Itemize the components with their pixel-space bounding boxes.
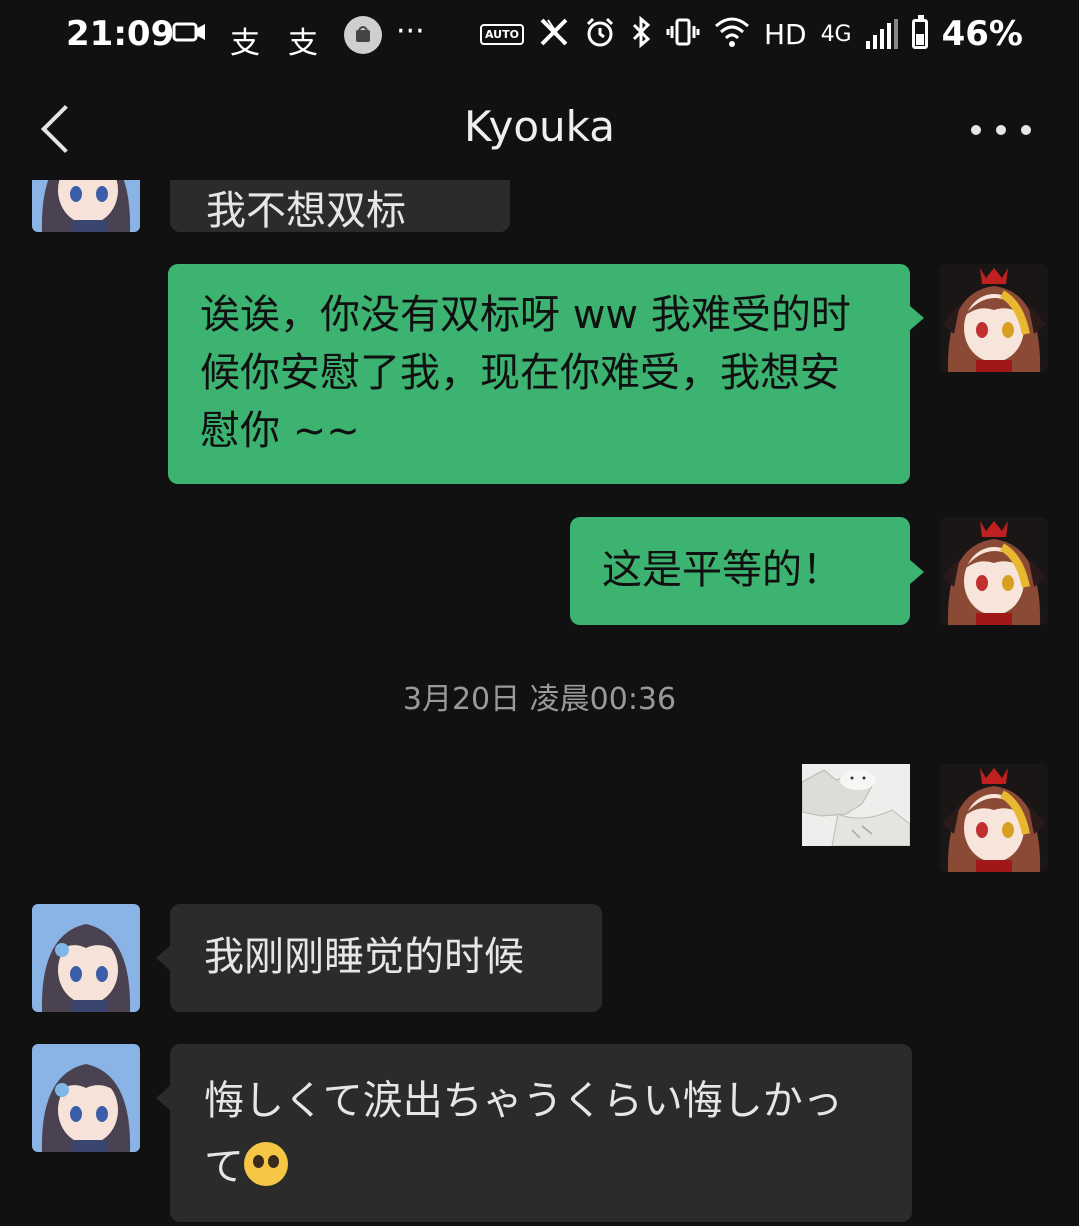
message-text: 我不想双标: [206, 188, 406, 234]
avatar-me[interactable]: [940, 764, 1048, 872]
battery-percentage: 46%: [941, 14, 1023, 54]
avatar-me[interactable]: [940, 264, 1048, 372]
video-record-icon: [172, 18, 208, 54]
x-icon: [538, 17, 570, 51]
dot: [1021, 125, 1031, 135]
chat-header: Kyouka: [0, 80, 1079, 180]
sticker-image[interactable]: [802, 764, 910, 846]
alarm-icon: [584, 16, 616, 52]
dot: [971, 125, 981, 135]
more-notifications-icon: ···: [396, 14, 425, 49]
auto-refresh-rate-icon: AUTO: [479, 23, 524, 45]
status-bar: 21:09 支 支 ··· AUTO HD 4G 46%: [0, 0, 1079, 72]
shopping-bag-icon: [344, 16, 382, 54]
pleading-face-emoji-icon: [244, 1142, 288, 1186]
chat-title: Kyouka: [464, 102, 615, 151]
alipay-notification-icon: 支: [230, 26, 260, 61]
avatar-kyouka[interactable]: [32, 180, 140, 232]
alipay-notification-icon-2: 支: [288, 26, 318, 61]
message-text: 这是平等的！: [602, 547, 842, 593]
message-bubble-received[interactable]: 我不想双标: [170, 180, 510, 234]
bubble-tail: [910, 306, 924, 330]
hd-icon: HD: [763, 17, 807, 51]
network-type-icon: 4G: [820, 21, 852, 47]
message-text: 悔しくて涙出ちゃうくらい悔しかって: [204, 1078, 843, 1190]
chat-area[interactable]: 我不想双标 诶诶，你没有双标呀 ww 我难受的时候你安慰了我，现在你难受，我想安…: [0, 180, 1079, 1226]
battery-icon: [911, 15, 928, 49]
vibrate-icon: [666, 17, 700, 51]
avatar-kyouka[interactable]: [32, 1044, 140, 1152]
message-timestamp: 3月20日 凌晨00:36: [402, 682, 677, 717]
dot: [996, 125, 1006, 135]
bluetooth-icon: [630, 15, 652, 52]
status-time: 21:09: [66, 14, 175, 54]
bubble-tail: [156, 1086, 170, 1110]
message-bubble-sent[interactable]: 诶诶，你没有双标呀 ww 我难受的时候你安慰了我，现在你难受，我想安慰你 ~~: [168, 264, 910, 484]
bubble-tail: [910, 560, 924, 584]
message-text: 诶诶，你没有双标呀 ww 我难受的时候你安慰了我，现在你难受，我想安慰你 ~~: [200, 292, 851, 454]
more-options-button[interactable]: [971, 112, 1031, 148]
bubble-tail: [156, 946, 170, 970]
message-bubble-received[interactable]: 悔しくて涙出ちゃうくらい悔しかって: [170, 1044, 912, 1222]
avatar-kyouka[interactable]: [32, 904, 140, 1012]
message-bubble-sent[interactable]: 这是平等的！: [570, 517, 910, 625]
signal-icon: [865, 19, 898, 49]
wifi-icon: [714, 16, 750, 52]
avatar-me[interactable]: [940, 517, 1048, 625]
status-right-group: AUTO HD 4G 46%: [479, 14, 1023, 54]
message-bubble-received[interactable]: 我刚刚睡觉的时候: [170, 904, 602, 1012]
message-text: 我刚刚睡觉的时候: [204, 934, 524, 980]
